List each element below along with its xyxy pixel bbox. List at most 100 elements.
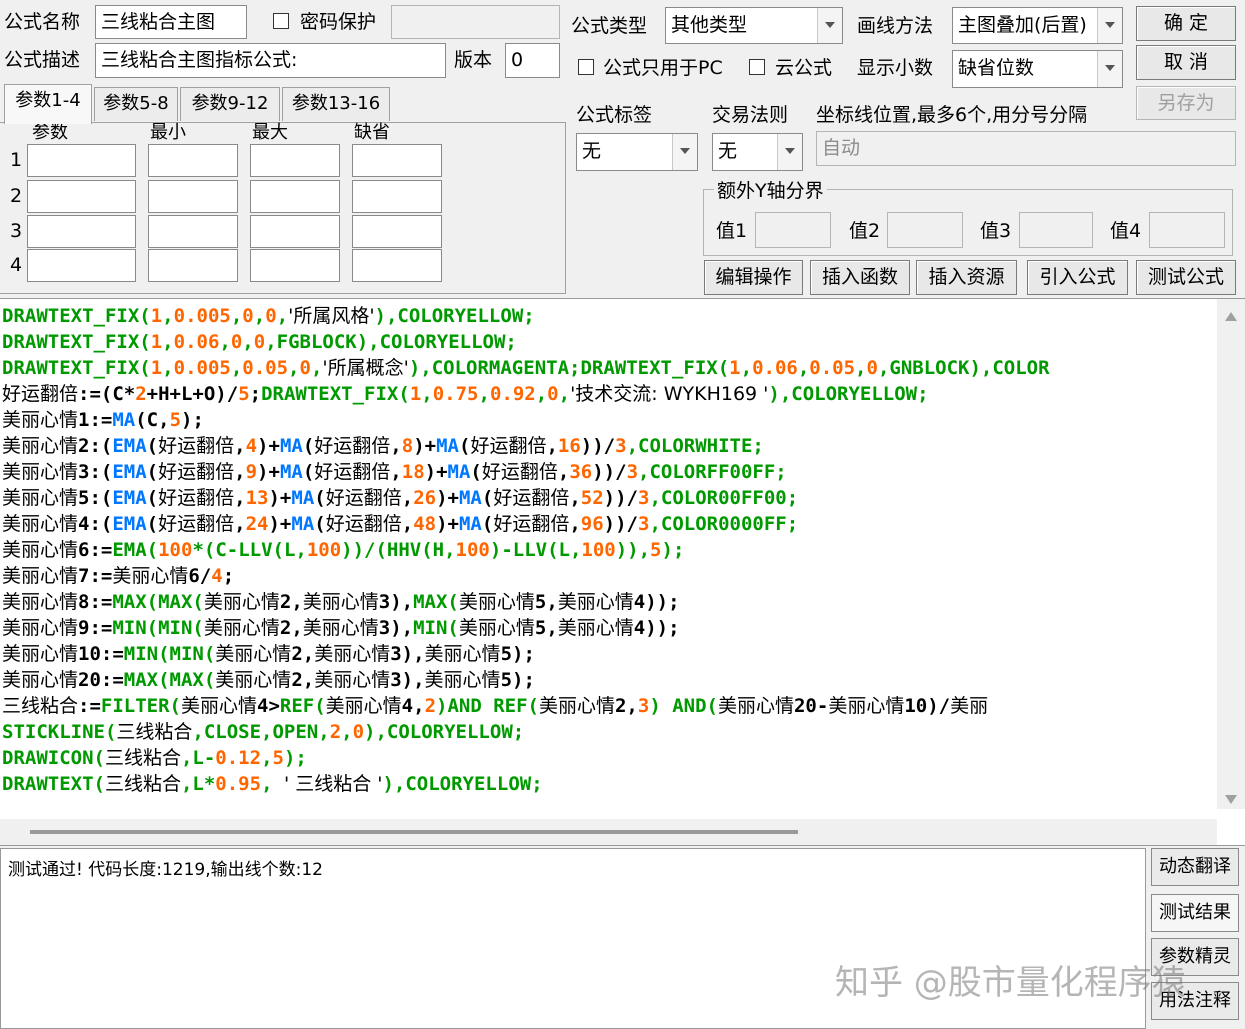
- value1-input[interactable]: [755, 212, 831, 248]
- import-formula-button[interactable]: 引入公式: [1027, 260, 1128, 295]
- param-min-input[interactable]: [148, 249, 238, 282]
- horizontal-scroll-thumb[interactable]: [30, 830, 798, 834]
- param-name-input[interactable]: [27, 144, 136, 177]
- param-default-input[interactable]: [352, 215, 442, 248]
- param-max-input[interactable]: [250, 215, 340, 248]
- param-max-input[interactable]: [250, 144, 340, 177]
- code-token: 100: [455, 539, 490, 561]
- code-token: 好运翻倍: [493, 487, 570, 509]
- code-token: 2,: [614, 695, 638, 717]
- value4-input[interactable]: [1149, 212, 1225, 248]
- dynamic-translate-button[interactable]: 动态翻译: [1151, 848, 1239, 886]
- password-input[interactable]: [391, 5, 560, 39]
- ok-button[interactable]: 确 定: [1136, 6, 1236, 41]
- param-name-input[interactable]: [27, 215, 136, 248]
- code-line: 美丽心情9:=MIN(MIN(美丽心情2,美丽心情3),MIN(美丽心情5,美丽…: [2, 615, 1212, 641]
- param-min-input[interactable]: [148, 144, 238, 177]
- save-as-button[interactable]: 另存为: [1136, 86, 1236, 120]
- chevron-down-icon[interactable]: [777, 134, 802, 170]
- code-token: (: [146, 487, 159, 509]
- chevron-down-icon[interactable]: [817, 8, 842, 43]
- param-max-input[interactable]: [250, 180, 340, 213]
- code-token: 4));: [633, 617, 680, 639]
- code-token: 6/: [188, 565, 212, 587]
- tab-params-1-4[interactable]: 参数1-4: [4, 84, 92, 124]
- code-token: +H+L+O)/: [146, 383, 239, 405]
- code-token: 美丽心情: [314, 643, 391, 665]
- password-checkbox[interactable]: [273, 13, 289, 29]
- code-token: ,: [401, 513, 414, 535]
- code-token: 美丽心情: [2, 435, 79, 457]
- tab-params-9-12[interactable]: 参数9-12: [180, 87, 280, 121]
- code-token: 美丽心情: [424, 669, 501, 691]
- code-token: 3),: [390, 669, 425, 691]
- formula-desc-input[interactable]: 三线粘合主图指标公式:: [95, 43, 446, 78]
- value3-input[interactable]: [1019, 212, 1093, 248]
- code-token: 好运翻倍: [158, 461, 235, 483]
- horizontal-scrollbar[interactable]: [0, 819, 1217, 845]
- code-token: 美丽心情: [828, 695, 905, 717]
- edit-operations-button[interactable]: 编辑操作: [704, 260, 803, 295]
- param-name-input[interactable]: [27, 180, 136, 213]
- version-input[interactable]: 0: [505, 43, 560, 78]
- param-default-input[interactable]: [352, 144, 442, 177]
- code-token: ,COLOR0000FF;: [649, 513, 799, 535]
- formula-type-select[interactable]: 其他类型: [665, 7, 843, 44]
- param-min-input[interactable]: [148, 180, 238, 213]
- code-token: 0.95: [215, 773, 262, 795]
- test-formula-button[interactable]: 测试公式: [1136, 260, 1236, 295]
- code-token: 好运翻倍: [158, 435, 235, 457]
- axis-position-input[interactable]: 自动: [816, 131, 1236, 166]
- code-token: ))/(HHV(H,: [341, 539, 456, 561]
- chevron-down-icon[interactable]: [1097, 51, 1122, 87]
- pc-only-label: 公式只用于PC: [603, 57, 723, 79]
- param-max-input[interactable]: [250, 249, 340, 282]
- test-result-button[interactable]: 测试结果: [1151, 894, 1239, 932]
- pc-only-checkbox[interactable]: [578, 59, 594, 75]
- cancel-button[interactable]: 取 消: [1136, 45, 1236, 80]
- code-token: 5);: [500, 669, 535, 691]
- code-token: 美丽心情: [314, 669, 391, 691]
- tab-params-13-16[interactable]: 参数13-16: [282, 87, 390, 121]
- code-line: 美丽心情3:(EMA(好运翻倍,9)+MA(好运翻倍,18)+MA(好运翻倍,3…: [2, 459, 1212, 485]
- code-token: (: [146, 461, 159, 483]
- trade-rule-select[interactable]: 无: [712, 133, 803, 171]
- value3-label: 值3: [980, 220, 1012, 242]
- code-token: ,: [569, 487, 581, 509]
- code-token: 0: [253, 331, 266, 353]
- param-default-input[interactable]: [352, 180, 442, 213]
- code-token: ,COLOR00FF00;: [649, 487, 799, 509]
- code-token: FILTER(: [100, 695, 181, 717]
- code-token: 好运翻倍: [493, 513, 570, 535]
- tab-params-5-8[interactable]: 参数5-8: [94, 87, 178, 121]
- code-token: 0: [299, 357, 311, 379]
- vertical-scrollbar[interactable]: [1217, 299, 1245, 809]
- cloud-checkbox[interactable]: [749, 59, 765, 75]
- code-token: ,CLOSE,OPEN,: [192, 721, 330, 743]
- formula-tag-select[interactable]: 无: [576, 133, 698, 171]
- code-token: )+: [268, 487, 292, 509]
- trade-rule-label: 交易法则: [712, 104, 789, 126]
- draw-method-select[interactable]: 主图叠加(后置): [952, 7, 1123, 44]
- decimals-label: 显示小数: [857, 57, 934, 79]
- chevron-down-icon[interactable]: [672, 134, 697, 170]
- chevron-down-icon[interactable]: [1097, 8, 1122, 43]
- code-token: ,COLORWHITE;: [626, 435, 764, 457]
- code-token: 3: [638, 487, 650, 509]
- insert-resource-button[interactable]: 插入资源: [916, 260, 1017, 295]
- code-token: 5: [169, 409, 182, 431]
- formula-name-input[interactable]: 三线粘合主图: [95, 5, 247, 39]
- value2-input[interactable]: [887, 212, 963, 248]
- decimals-select[interactable]: 缺省位数: [952, 50, 1123, 88]
- param-default-input[interactable]: [352, 249, 442, 282]
- code-token: 8:=: [78, 591, 113, 613]
- code-token: 1: [150, 331, 163, 353]
- code-token: ),COLORMAGENTA;DRAWTEXT_FIX(: [408, 357, 730, 379]
- code-token: 0: [866, 357, 878, 379]
- param-min-input[interactable]: [148, 215, 238, 248]
- code-editor[interactable]: DRAWTEXT_FIX(1,0.005,0,0,'所属风格'),COLORYE…: [0, 298, 1245, 846]
- param-name-input[interactable]: [27, 249, 136, 282]
- code-token: DRAWTEXT_FIX(: [2, 331, 151, 353]
- code-token: 2,: [291, 669, 315, 691]
- insert-function-button[interactable]: 插入函数: [810, 260, 910, 295]
